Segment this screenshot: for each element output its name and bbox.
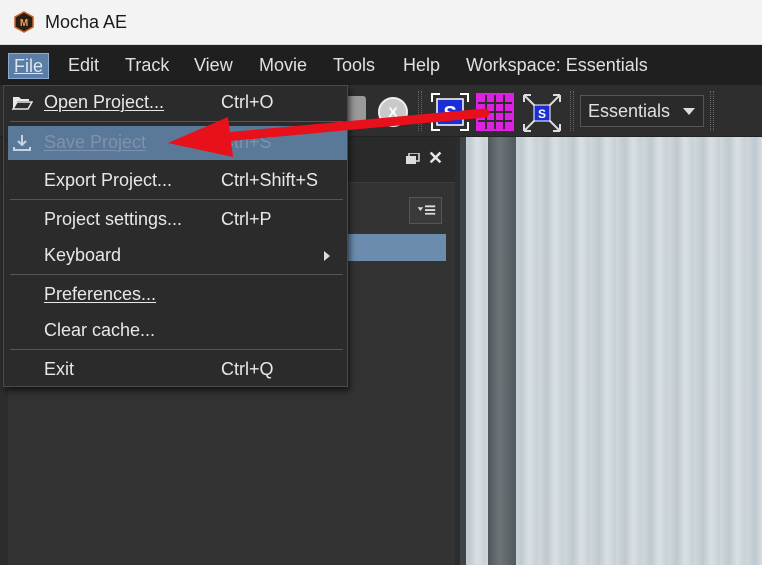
menu-item-shortcut: Ctrl+O (221, 92, 274, 112)
menubar: File Edit Track View Movie Tools Help Wo… (0, 45, 762, 85)
track-transform-icon[interactable]: S (522, 93, 562, 133)
menu-item-exit[interactable]: Exit Ctrl+Q (4, 353, 347, 387)
menu-item-shortcut: Ctrl+S (221, 132, 272, 152)
toolbar-separator (418, 91, 422, 131)
svg-text:M: M (20, 18, 28, 29)
menu-separator (10, 349, 343, 350)
close-panel-icon[interactable]: ✕ (428, 148, 443, 169)
window-title: Mocha AE (45, 12, 128, 32)
menu-edit[interactable]: Edit (63, 53, 104, 79)
menu-item-save-project[interactable]: Save Project Ctrl+S (8, 126, 347, 160)
menu-item-label: Project settings... (44, 209, 183, 229)
viewer-image-edge (460, 137, 466, 565)
menu-track[interactable]: Track (120, 53, 174, 79)
panel-menu-icon[interactable] (409, 197, 442, 224)
toolbar-separator (710, 91, 714, 131)
menu-item-label: Save Project (44, 132, 147, 152)
menu-item-keyboard[interactable]: Keyboard (4, 239, 347, 273)
menu-item-label: Keyboard (44, 245, 122, 265)
caret-down-icon (683, 108, 695, 115)
menu-item-clear-cache[interactable]: Clear cache... (4, 314, 347, 348)
menu-file[interactable]: File (8, 53, 50, 79)
toolbar-separator (570, 91, 574, 131)
menu-separator (10, 274, 343, 275)
svg-text:S: S (443, 103, 456, 125)
grid-icon[interactable] (476, 93, 514, 131)
menu-view[interactable]: View (189, 53, 238, 79)
menu-separator (10, 199, 343, 200)
menu-item-export-project[interactable]: Export Project... Ctrl+Shift+S (4, 164, 347, 198)
menu-item-open-project[interactable]: Open Project... Ctrl+O (4, 86, 347, 120)
viewer-canvas[interactable] (460, 137, 762, 565)
workspace-select-value: Essentials (588, 101, 671, 121)
surface-s-icon[interactable]: S (431, 93, 469, 131)
menu-item-label: Export Project... (44, 170, 173, 190)
svg-text:S: S (538, 107, 546, 121)
menu-item-project-settings[interactable]: Project settings... Ctrl+P (4, 203, 347, 237)
menu-item-shortcut: Ctrl+P (221, 209, 272, 229)
download-icon (13, 135, 31, 151)
menu-item-label: Clear cache... (44, 320, 156, 340)
submenu-arrow-icon (324, 251, 330, 261)
menu-separator (10, 121, 343, 122)
menu-item-label: Open Project... (44, 92, 165, 112)
file-menu-dropdown: Open Project... Ctrl+O Save Project Ctrl… (3, 85, 348, 387)
workspace-select[interactable]: Essentials (580, 95, 704, 127)
viewer-image-pole (488, 137, 516, 565)
menu-item-shortcut: Ctrl+Shift+S (221, 170, 319, 190)
menu-item-label: Preferences... (44, 284, 157, 304)
mocha-app-icon: M (14, 11, 34, 33)
menu-movie[interactable]: Movie (254, 53, 312, 79)
window-titlebar: M Mocha AE (0, 0, 762, 45)
menu-item-preferences[interactable]: Preferences... (4, 278, 347, 312)
menu-workspace[interactable]: Workspace: Essentials (461, 53, 653, 79)
folder-icon (11, 97, 33, 110)
toolbar-x-button[interactable]: X (378, 97, 408, 127)
menu-tools[interactable]: Tools (328, 53, 380, 79)
float-panel-icon[interactable] (406, 153, 420, 165)
menu-item-shortcut: Ctrl+Q (221, 359, 274, 379)
menu-help[interactable]: Help (398, 53, 445, 79)
menu-item-label: Exit (44, 359, 75, 379)
